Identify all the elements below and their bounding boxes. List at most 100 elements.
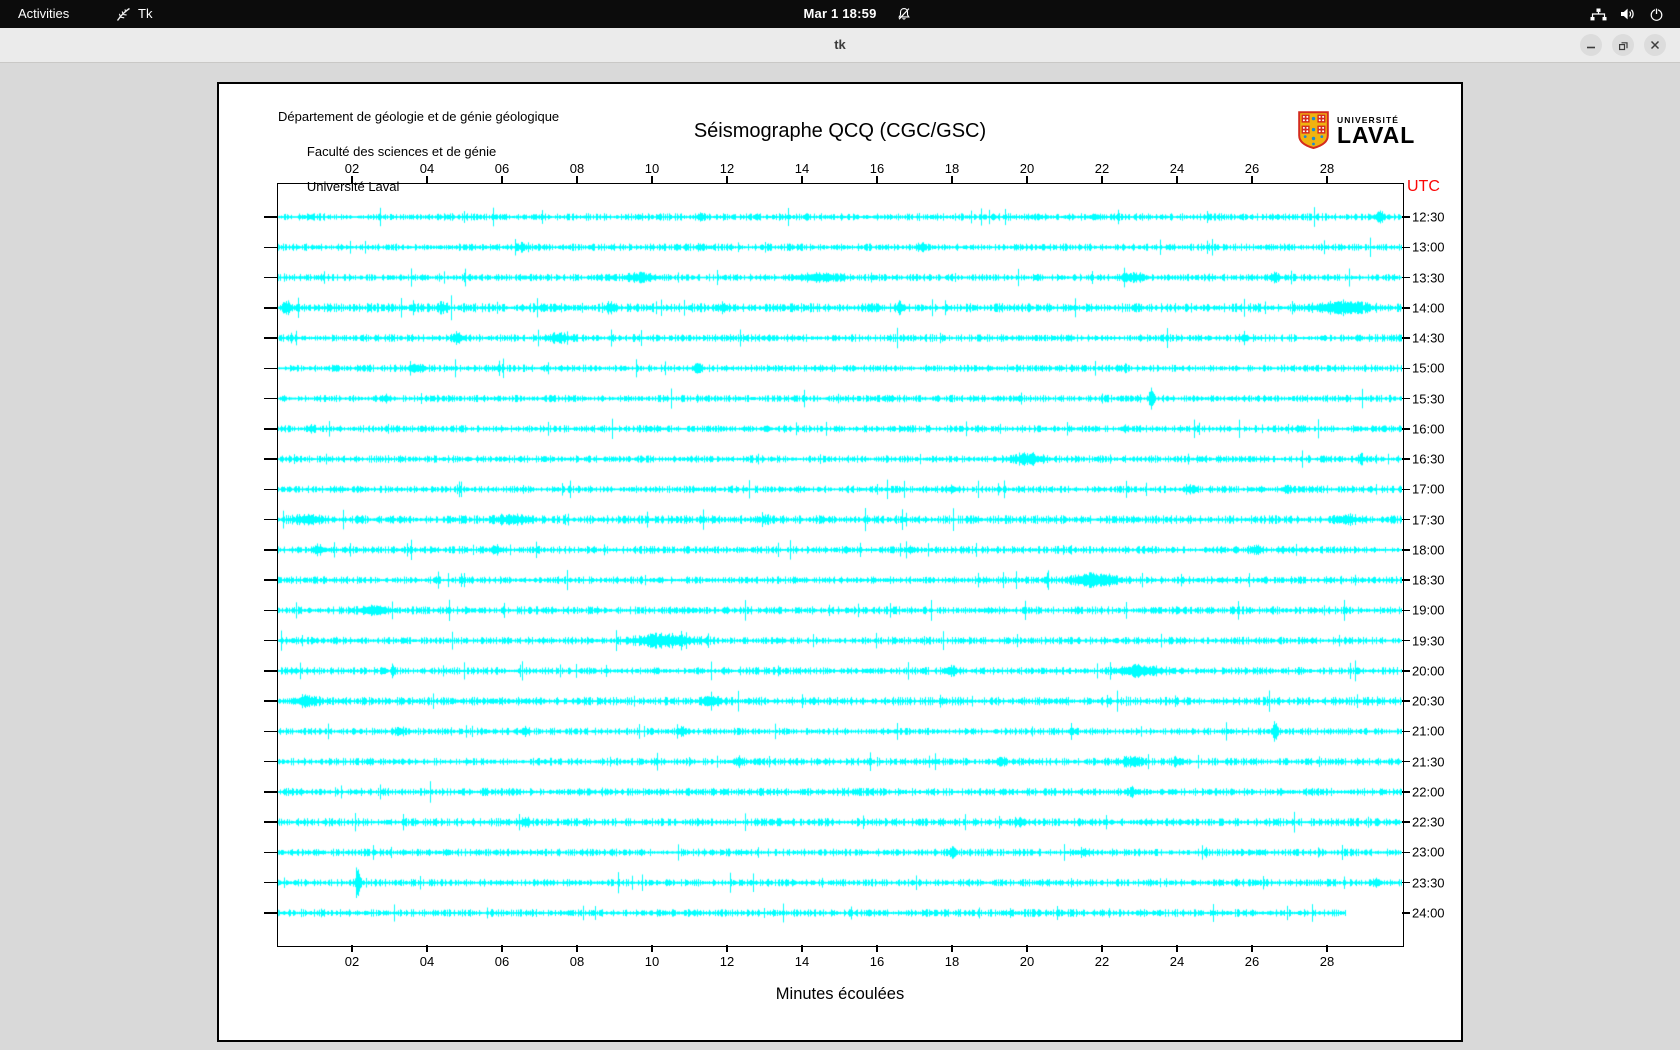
utc-time-label: 15:00 <box>1412 360 1445 376</box>
x-tick-label-top: 08 <box>569 161 585 176</box>
network-wired-icon <box>1590 8 1607 20</box>
volume-icon <box>1621 8 1634 20</box>
clock-button[interactable]: Mar 1 18:59 <box>0 0 1680 28</box>
restore-icon <box>1618 41 1628 50</box>
utc-time-label: 22:30 <box>1412 814 1445 830</box>
utc-time-label: 18:30 <box>1412 572 1445 588</box>
tk-window-content: Département de géologie et de génie géol… <box>0 63 1680 1050</box>
trace-tick-right <box>1402 700 1410 702</box>
minimize-button[interactable] <box>1580 34 1602 56</box>
trace-tick-left <box>264 307 277 309</box>
x-tick-label-top: 24 <box>1169 161 1185 176</box>
x-tick-top <box>501 176 503 183</box>
trace-tick-right <box>1402 639 1410 642</box>
trace-tick-left <box>264 760 277 763</box>
x-tick-bottom <box>501 945 503 952</box>
utc-time-label: 19:00 <box>1412 602 1445 618</box>
x-tick-label-top: 26 <box>1244 161 1260 176</box>
trace-tick-right <box>1402 549 1410 551</box>
trace-tick-left <box>264 851 277 854</box>
trace-tick-left <box>264 670 277 672</box>
window-controls <box>1580 34 1666 56</box>
utc-time-label: 22:00 <box>1412 784 1445 800</box>
x-tick-top <box>576 176 578 183</box>
x-tick-top <box>876 176 878 183</box>
x-tick-top <box>1326 176 1328 183</box>
trace-tick-right <box>1402 307 1410 309</box>
x-tick-label-bottom: 06 <box>494 954 510 969</box>
laval-logo-line2: LAVAL <box>1337 122 1416 148</box>
x-tick-top <box>426 176 428 183</box>
trace-tick-right <box>1402 276 1410 279</box>
trace-tick-left <box>264 367 277 370</box>
close-button[interactable] <box>1644 34 1666 56</box>
laval-logo-text: UNIVERSITÉ LAVAL <box>1337 111 1416 148</box>
x-tick-label-top: 16 <box>869 161 885 176</box>
x-tick-bottom <box>1326 945 1328 952</box>
notifications-off-icon <box>897 7 911 21</box>
x-tick-bottom <box>651 945 653 952</box>
x-tick-label-bottom: 16 <box>869 954 885 969</box>
x-tick-label-bottom: 20 <box>1019 954 1035 969</box>
trace-tick-right <box>1402 367 1410 370</box>
utc-time-label: 14:00 <box>1412 300 1445 316</box>
x-tick-bottom <box>801 945 803 952</box>
x-tick-top <box>801 176 803 183</box>
x-tick-bottom <box>1176 945 1178 952</box>
trace-tick-right <box>1402 760 1410 763</box>
x-tick-top <box>1251 176 1253 183</box>
utc-time-label: 16:30 <box>1412 451 1445 467</box>
plot-frame <box>277 183 1404 947</box>
trace-tick-left <box>264 791 277 793</box>
utc-time-label: 13:30 <box>1412 270 1445 286</box>
header-line-2: Faculté des sciences et de génie <box>306 144 497 159</box>
x-tick-label-top: 04 <box>419 161 435 176</box>
utc-time-label: 20:00 <box>1412 663 1445 679</box>
system-status-area[interactable] <box>1590 0 1664 28</box>
restore-button[interactable] <box>1612 34 1634 56</box>
x-tick-bottom <box>951 945 953 952</box>
x-tick-label-top: 10 <box>644 161 660 176</box>
universite-laval-logo: UNIVERSITÉ LAVAL <box>1298 111 1415 149</box>
x-axis-title: Minutes écoulées <box>775 985 905 1003</box>
trace-tick-right <box>1402 912 1410 914</box>
trace-tick-left <box>264 700 277 702</box>
x-tick-bottom <box>1101 945 1103 952</box>
laval-shield-icon <box>1298 111 1329 149</box>
trace-tick-left <box>264 579 277 581</box>
trace-tick-left <box>264 216 277 218</box>
x-tick-label-top: 18 <box>944 161 960 176</box>
trace-tick-right <box>1402 428 1410 430</box>
x-tick-top <box>1026 176 1028 183</box>
x-tick-bottom <box>576 945 578 952</box>
x-tick-top <box>726 176 728 183</box>
utc-time-label: 16:00 <box>1412 421 1445 437</box>
close-icon <box>1650 40 1660 50</box>
trace-tick-right <box>1402 579 1410 581</box>
utc-time-label: 15:30 <box>1412 391 1445 407</box>
x-tick-label-top: 12 <box>719 161 735 176</box>
utc-time-label: 17:30 <box>1412 512 1445 528</box>
x-tick-label-top: 14 <box>794 161 810 176</box>
x-tick-label-bottom: 24 <box>1169 954 1185 969</box>
trace-tick-left <box>264 397 277 400</box>
x-tick-label-bottom: 08 <box>569 954 585 969</box>
x-tick-label-top: 28 <box>1319 161 1335 176</box>
utc-time-label: 21:30 <box>1412 754 1445 770</box>
trace-tick-right <box>1402 246 1410 248</box>
trace-tick-right <box>1402 216 1410 218</box>
utc-time-label: 12:30 <box>1412 209 1445 225</box>
x-tick-top <box>1101 176 1103 183</box>
x-tick-label-top: 06 <box>494 161 510 176</box>
utc-time-label: 23:30 <box>1412 875 1445 891</box>
utc-time-label: 13:00 <box>1412 239 1445 255</box>
trace-tick-left <box>264 246 277 248</box>
window-titlebar[interactable]: tk <box>0 28 1680 63</box>
x-tick-label-bottom: 10 <box>644 954 660 969</box>
utc-axis-label: UTC <box>1407 178 1440 195</box>
x-tick-bottom <box>1251 945 1253 952</box>
trace-tick-right <box>1402 488 1410 491</box>
x-tick-label-bottom: 26 <box>1244 954 1260 969</box>
trace-tick-right <box>1402 458 1410 460</box>
utc-time-label: 24:00 <box>1412 905 1445 921</box>
